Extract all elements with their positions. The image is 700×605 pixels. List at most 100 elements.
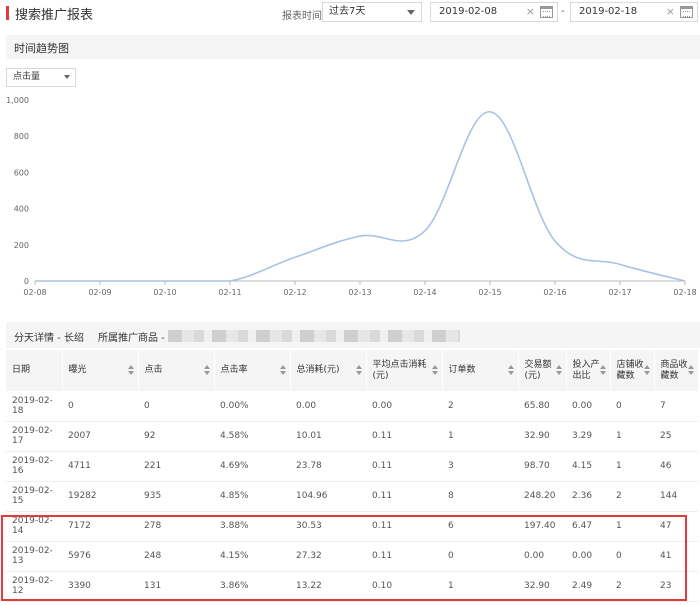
- column-header[interactable]: 订单数: [442, 350, 519, 391]
- table-row: 2019-02-13 5976 248 4.15% 27.32 0.11 0 0.00 0.00…: [6, 541, 698, 572]
- time-range-value: 过去7天: [329, 6, 366, 17]
- end-date-value: 2019-02-18: [579, 6, 638, 17]
- table-cell: 4.85%: [214, 481, 290, 512]
- table-cell: 7: [654, 391, 698, 422]
- table-cell: 2007: [62, 421, 138, 452]
- column-header[interactable]: 投入产出比: [566, 350, 611, 391]
- y-tick-label: 0: [24, 277, 29, 286]
- x-tick-label: 02-18: [673, 288, 696, 297]
- table-cell: 0.00: [366, 391, 442, 422]
- calendar-icon[interactable]: [680, 6, 693, 18]
- end-date-input[interactable]: 2019-02-18 ×: [570, 2, 698, 22]
- table-row: 2019-02-18 0 0 0.00% 0.00 0.00 2 65.80 0.00 0 7: [6, 391, 698, 422]
- clear-icon[interactable]: ×: [526, 3, 535, 21]
- column-header-label: 总消耗(元): [296, 365, 340, 375]
- table-body: 2019-02-18 0 0 0.00% 0.00 0.00 2 65.80 0.00 0 7 201…: [6, 391, 698, 602]
- table-cell: 0: [610, 391, 654, 422]
- x-tick-label: 02-08: [23, 288, 46, 297]
- sort-icon[interactable]: [643, 365, 650, 375]
- trend-title: 时间趋势图: [14, 42, 69, 55]
- table-cell: 6: [442, 511, 518, 542]
- title-accent-bar: [6, 6, 9, 20]
- table-cell: 4.15%: [214, 541, 290, 572]
- column-header[interactable]: 平均点击消耗(元): [366, 350, 443, 391]
- calendar-icon[interactable]: [540, 6, 553, 18]
- sort-icon[interactable]: [599, 365, 606, 375]
- column-header[interactable]: 总消耗(元): [290, 350, 367, 391]
- column-header[interactable]: 点击: [138, 350, 215, 391]
- table-cell: 27.32: [290, 541, 366, 572]
- sort-icon[interactable]: [431, 365, 438, 375]
- x-tick-label: 02-09: [88, 288, 111, 297]
- sort-icon[interactable]: [687, 365, 694, 375]
- table-cell: 2019-02-14: [6, 511, 62, 542]
- y-tick-label: 400: [14, 205, 29, 214]
- table-cell: 41: [654, 541, 698, 572]
- sort-icon[interactable]: [555, 365, 562, 375]
- x-tick-label: 02-11: [218, 288, 241, 297]
- table-cell: 30.53: [290, 511, 366, 542]
- detail-section-header: 分天详情 - 长绍 所属推广商品 -: [6, 322, 700, 348]
- table-cell: 2019-02-17: [6, 421, 62, 452]
- detail-title: 分天详情 - 长绍: [14, 333, 84, 344]
- column-header-label: 订单数: [448, 365, 476, 375]
- table-cell: 0: [610, 541, 654, 572]
- table-cell: 935: [138, 481, 214, 512]
- y-tick-label: 600: [14, 168, 29, 177]
- table-cell: 0.00%: [214, 391, 290, 422]
- column-header-label: 平均点击消耗(元): [372, 359, 427, 381]
- table-cell: 0.11: [366, 451, 442, 482]
- y-tick-label: 800: [14, 132, 29, 141]
- column-header[interactable]: 商品收藏数: [654, 350, 699, 391]
- sort-icon[interactable]: [507, 365, 514, 375]
- table-cell: 0: [442, 541, 518, 572]
- table-cell: 5976: [62, 541, 138, 572]
- daily-detail-table: 日期 曝光 点击 点击率 总消耗(元) 平均点击消耗(元) 订单数 交易额(元) 投入产出比 店铺…: [6, 350, 699, 602]
- table-row: 2019-02-12 3390 131 3.86% 13.22 0.10 1 32.90 2.4…: [6, 571, 698, 602]
- column-header[interactable]: 交易额(元): [518, 350, 567, 391]
- table-cell: 25: [654, 421, 698, 452]
- table-cell: 0: [62, 391, 138, 422]
- table-cell: 19282: [62, 481, 138, 512]
- date-separator: -: [561, 6, 565, 17]
- table-cell: 4.69%: [214, 451, 290, 482]
- table-cell: 248: [138, 541, 214, 572]
- table-cell: 0.00: [290, 391, 366, 422]
- table-cell: 4.15: [566, 451, 610, 482]
- column-header[interactable]: 曝光: [62, 350, 139, 391]
- table-cell: 2.49: [566, 571, 610, 602]
- table-cell: 13.22: [290, 571, 366, 602]
- table-cell: 0.00: [518, 541, 566, 572]
- table-cell: 2.36: [566, 481, 610, 512]
- column-header-label: 店铺收藏数: [616, 359, 644, 381]
- table-cell: 221: [138, 451, 214, 482]
- x-tick-label: 02-17: [608, 288, 631, 297]
- table-cell: 10.01: [290, 421, 366, 452]
- table-cell: 1: [442, 571, 518, 602]
- column-header[interactable]: 点击率: [214, 350, 291, 391]
- sort-icon[interactable]: [127, 365, 134, 375]
- column-header[interactable]: 店铺收藏数: [610, 350, 655, 391]
- column-header: 日期: [6, 350, 63, 391]
- sort-icon[interactable]: [279, 365, 286, 375]
- table-cell: 23.78: [290, 451, 366, 482]
- report-time-label: 报表时间: [282, 11, 322, 22]
- time-range-select[interactable]: 过去7天: [322, 2, 422, 22]
- table-cell: 0.11: [366, 481, 442, 512]
- table-cell: 23: [654, 571, 698, 602]
- table-cell: 7172: [62, 511, 138, 542]
- trend-chart: 0 200 400 600 800 1,000 02-08 02-09 02-10 02-11 02…: [6, 96, 697, 297]
- table-cell: 4711: [62, 451, 138, 482]
- table-cell: 0.00: [566, 391, 610, 422]
- sort-icon[interactable]: [355, 365, 362, 375]
- clear-icon[interactable]: ×: [666, 3, 675, 21]
- table-cell: 1: [610, 511, 654, 542]
- column-header-label: 点击率: [220, 365, 248, 375]
- table-cell: 65.80: [518, 391, 566, 422]
- start-date-input[interactable]: 2019-02-08 ×: [430, 2, 558, 22]
- table-row: 2019-02-14 7172 278 3.88% 30.53 0.11 6 197.40 6.…: [6, 511, 698, 542]
- table-cell: 98.70: [518, 451, 566, 482]
- chevron-down-icon: [407, 10, 415, 15]
- sort-icon[interactable]: [203, 365, 210, 375]
- metric-select[interactable]: 点击量: [6, 68, 76, 87]
